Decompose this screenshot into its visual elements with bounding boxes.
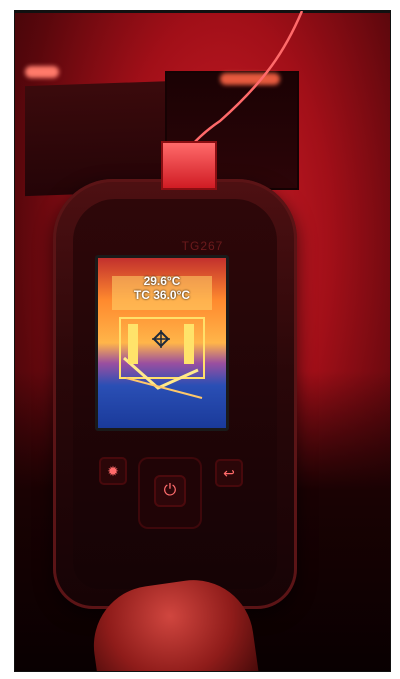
laser-icon: ✹ xyxy=(107,462,119,479)
model-label: TG267 xyxy=(181,239,224,253)
back-arrow-icon: ↩ xyxy=(223,464,235,481)
thermocouple-temperature: TC 36.0°C xyxy=(133,288,191,302)
primary-temperature: 29.6°C xyxy=(143,274,181,288)
probe-connector xyxy=(161,141,217,190)
back-button[interactable]: ↩ xyxy=(215,459,243,487)
crosshair-icon xyxy=(152,330,170,348)
laser-button[interactable]: ✹ xyxy=(99,457,127,485)
thermal-display: 29.6°C TC 36.0°C xyxy=(95,255,229,431)
power-button[interactable]: ⏻ xyxy=(154,475,186,507)
photo-frame: TG267 29.6°C TC 36.0°C ✹ ↩ ⏻ xyxy=(14,10,391,672)
power-icon: ⏻ xyxy=(163,482,177,499)
